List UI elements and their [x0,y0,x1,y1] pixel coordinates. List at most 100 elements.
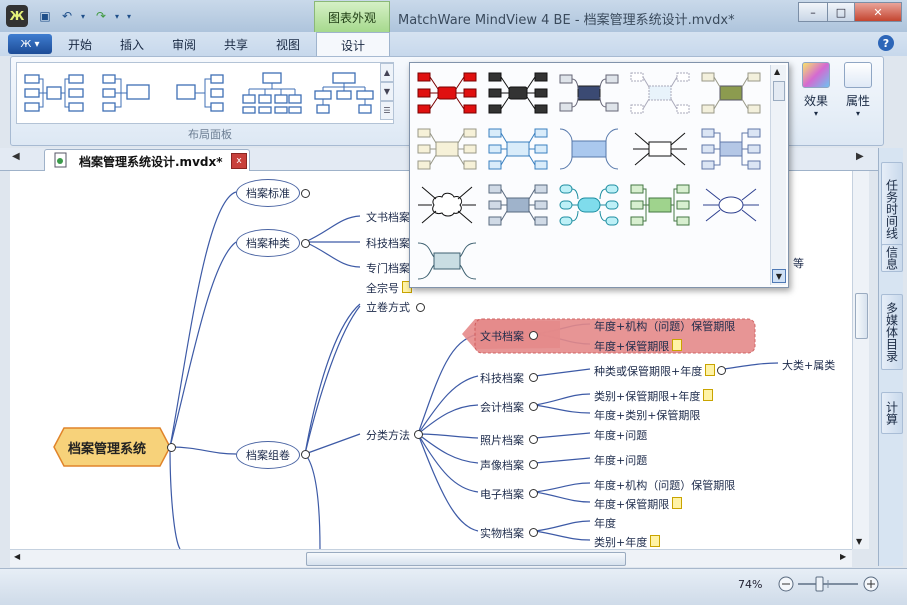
tab-start[interactable]: 开始 [58,34,102,54]
category-item[interactable]: 种类或保管期限+年度 [594,363,716,379]
style-arrows-icon[interactable] [629,127,691,171]
layout-left-tree-icon[interactable] [99,71,161,115]
node-classification[interactable]: 分类方法 [366,427,410,443]
category-node[interactable]: 会计档案 [480,399,524,415]
gallery-scrollbar[interactable]: ▲ ▼ [770,65,786,285]
zoom-thumb[interactable] [815,576,824,592]
gallery-scroll-up[interactable]: ▲ [380,63,394,82]
category-item[interactable]: 类别+保管期限+年度 [594,388,714,404]
tab-share[interactable]: 共享 [214,34,258,54]
style-steel-blue-icon[interactable] [700,127,762,171]
scroll-right-icon[interactable]: ▶ [840,552,846,561]
category-node[interactable]: 实物档案 [480,525,524,541]
category-node[interactable]: 文书档案 [480,328,524,344]
category-item[interactable]: 年度+类别+保管期限 [594,407,700,423]
category-item[interactable]: 年度+机构（问题）保管期限 [594,318,735,334]
vertical-scrollbar[interactable]: ▼ [852,171,869,549]
tabs-left-arrow-icon[interactable]: ◀ [12,151,20,162]
side-tab-info[interactable]: 信息 [881,244,903,272]
tab-insert[interactable]: 插入 [110,34,154,54]
category-item-toggle[interactable] [717,366,726,375]
scroll-down-icon[interactable]: ▼ [856,537,862,546]
side-tab-timeline[interactable]: 任务时间线 [881,162,903,256]
gallery-expand[interactable]: ☰ [380,101,394,120]
category-node[interactable]: 照片档案 [480,432,524,448]
style-dashed-icon[interactable] [629,71,691,115]
category-subitem[interactable]: 大类+属类 [782,357,835,373]
classification-collapse-toggle[interactable] [414,430,423,439]
save-icon[interactable]: ▣ [36,7,54,25]
undo-dropdown-icon[interactable]: ▾ [78,7,88,25]
style-gradient-blue-icon[interactable] [558,127,620,171]
scroll-left-icon[interactable]: ◀ [14,552,20,561]
context-tab-chart-appearance[interactable]: 图表外观 [314,1,390,32]
vertical-scroll-thumb[interactable] [855,293,868,339]
style-teal-curve-icon[interactable] [416,239,478,283]
close-button[interactable]: ✕ [854,2,902,22]
types-collapse-toggle[interactable] [301,239,310,248]
category-node[interactable]: 声像档案 [480,457,524,473]
style-ellipse-arrows-icon[interactable] [700,183,762,227]
help-icon[interactable]: ? [878,35,894,51]
type-item[interactable]: 文书档案 [366,209,410,225]
style-black-icon[interactable] [487,71,549,115]
layout-org-chart-icon[interactable] [241,71,303,115]
tab-view[interactable]: 视图 [266,34,310,54]
side-tab-calculate[interactable]: 计算 [881,392,903,434]
grouping-collapse-toggle[interactable] [301,450,310,459]
gallery-scroll-up-icon[interactable]: ▲ [774,67,780,76]
category-item[interactable]: 年度+保管期限 [594,338,683,354]
category-item[interactable]: 年度+机构（问题）保管期限 [594,477,735,493]
tab-design[interactable]: 设计 [316,32,390,57]
style-light-blue-icon[interactable] [487,127,549,171]
style-red-icon[interactable] [416,71,478,115]
style-gray-navy-icon[interactable] [558,71,620,115]
category-node[interactable]: 科技档案 [480,370,524,386]
note-icon[interactable] [703,389,714,401]
document-tab[interactable]: 档案管理系统设计.mvdx* x [44,149,250,171]
standard-expand-toggle[interactable] [301,189,310,198]
style-gray-gradient-icon[interactable] [487,183,549,227]
category-toggle[interactable] [529,460,538,469]
properties-button[interactable]: 属性 ▾ [840,62,876,128]
style-green-icon[interactable] [629,183,691,227]
node-archive-types[interactable]: 档案种类 [236,229,300,257]
note-icon[interactable] [650,535,661,547]
layout-top-down-icon[interactable] [313,71,375,115]
category-item[interactable]: 年度+问题 [594,427,647,443]
redo-dropdown-icon[interactable]: ▾ [112,7,122,25]
node-archive-grouping[interactable]: 档案组卷 [236,441,300,469]
category-node[interactable]: 电子档案 [480,486,524,502]
effects-button[interactable]: 效果 ▾ [798,62,834,128]
qat-customize-icon[interactable]: ▾ [124,7,134,25]
node-archive-standard[interactable]: 档案标准 [236,179,300,207]
undo-icon[interactable]: ↶ [58,7,76,25]
category-item[interactable]: 年度+问题 [594,452,647,468]
gallery-scroll-thumb[interactable] [773,81,785,101]
note-icon[interactable] [705,364,716,376]
tab-review[interactable]: 审阅 [162,34,206,54]
filing-expand-toggle[interactable] [416,303,425,312]
layout-right-tree-icon[interactable] [173,71,235,115]
zoom-out-icon[interactable] [778,576,794,592]
gallery-scroll-down[interactable]: ▼ [380,82,394,101]
style-cloud-icon[interactable] [416,183,478,227]
zoom-in-icon[interactable] [863,576,879,592]
maximize-button[interactable]: □ [827,2,855,22]
side-tab-multimedia[interactable]: 多媒体目录 [881,294,903,370]
type-item[interactable]: 科技档案 [366,235,410,251]
document-close-icon[interactable]: x [231,153,247,169]
minimize-button[interactable]: – [798,2,828,22]
horizontal-scrollbar[interactable]: ◀ ▶ [10,549,852,567]
category-item[interactable]: 类别+年度 [594,534,661,549]
note-icon[interactable] [672,497,683,509]
gallery-scroll-down-icon[interactable]: ▼ [772,269,786,283]
application-menu-button[interactable]: Ж ▾ [8,34,52,54]
category-toggle[interactable] [529,435,538,444]
style-cyan-rounded-icon[interactable] [558,183,620,227]
node-quanzonghao[interactable]: 全宗号 [366,280,412,296]
zoom-slider[interactable] [776,574,886,594]
node-filing-method[interactable]: 立卷方式 [366,299,410,315]
category-toggle[interactable] [529,528,538,537]
style-olive-icon[interactable] [700,71,762,115]
